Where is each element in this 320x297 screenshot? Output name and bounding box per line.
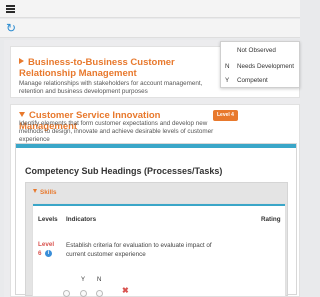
info-icon[interactable]: i xyxy=(45,250,52,257)
competency-panel: Competency Sub Headings (Processes/Tasks… xyxy=(15,143,297,297)
clear-rating-icon[interactable]: ✖ xyxy=(122,286,129,296)
column-header-indicators: Indicators xyxy=(66,216,97,223)
legend-item-not-observed: Not Observed xyxy=(237,47,276,54)
level-number: 6 xyxy=(38,250,42,257)
level-label: Level xyxy=(38,241,55,248)
skills-section: Skills Levels Indicators Rating Level 6 … xyxy=(25,182,288,297)
toolbar: ↻ xyxy=(0,19,300,38)
skills-toggle[interactable]: Skills xyxy=(33,189,56,196)
table-divider xyxy=(33,204,285,206)
indicator-text: Establish criteria for evaluation to eva… xyxy=(66,242,212,258)
rating-radio-yes[interactable] xyxy=(80,290,87,297)
hamburger-menu-icon[interactable] xyxy=(6,5,15,13)
panel-divider xyxy=(16,144,296,148)
card-title-b2b[interactable]: Business-to-Business Customer Relationsh… xyxy=(19,57,219,79)
level-badge: Level 4 xyxy=(213,110,238,121)
rating-label-no: N xyxy=(97,277,102,283)
rating-radio-not-observed[interactable] xyxy=(63,290,70,297)
refresh-icon[interactable]: ↻ xyxy=(6,21,16,35)
legend-item-competent: Y Competent xyxy=(225,77,268,84)
card-description-b2b: Manage relationships with stakeholders f… xyxy=(19,80,203,95)
top-bar xyxy=(0,0,300,18)
column-header-rating: Rating xyxy=(261,216,281,223)
rating-legend: Not Observed N Needs Development Y Compete… xyxy=(220,41,300,88)
competency-card-innovation: Customer Service Innovation Management I… xyxy=(10,104,300,297)
skills-table: Levels Indicators Rating Level 6 i Estab… xyxy=(32,203,286,297)
chevron-right-icon xyxy=(19,58,24,64)
rating-radio-no[interactable] xyxy=(96,290,103,297)
competency-subheading-title: Competency Sub Headings (Processes/Tasks… xyxy=(25,166,223,176)
card-description-innovation: Identify elements that form customer exp… xyxy=(19,120,214,143)
chevron-down-icon xyxy=(19,112,25,117)
column-header-levels: Levels xyxy=(38,216,58,223)
legend-item-needs-development: N Needs Development xyxy=(225,63,295,70)
chevron-down-icon xyxy=(33,189,37,193)
rating-label-yes: Y xyxy=(81,277,86,283)
